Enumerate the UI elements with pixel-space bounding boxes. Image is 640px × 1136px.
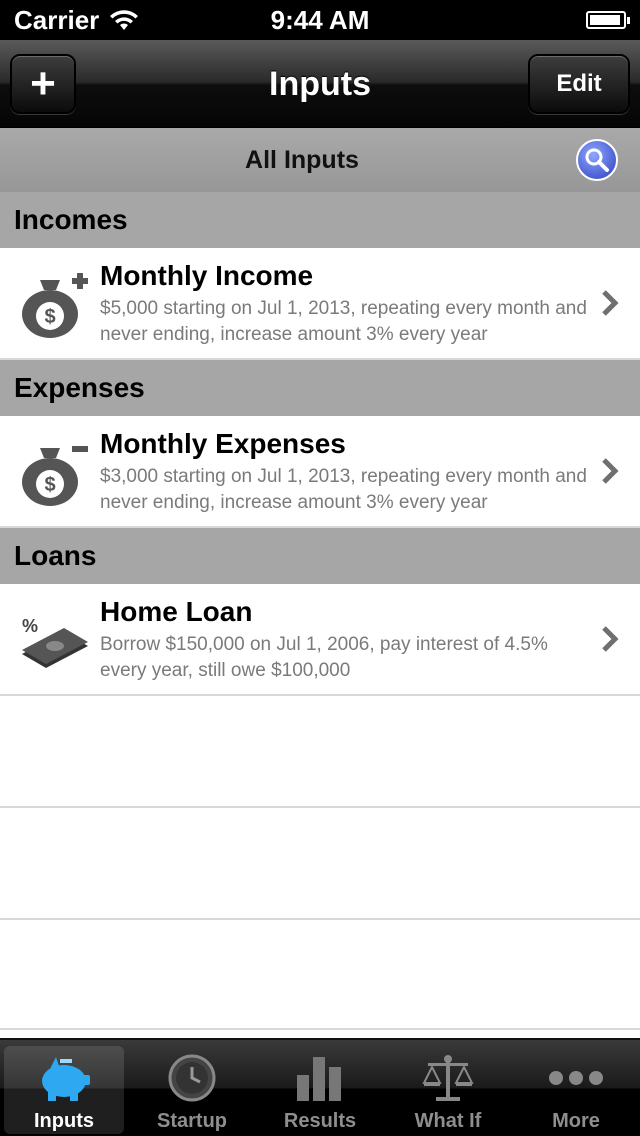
search-icon [585,148,609,172]
tab-label: More [552,1110,600,1132]
money-bag-minus-icon: $ [22,446,88,506]
list-item-monthly-expenses[interactable]: $ Monthly Expenses $3,000 starting on Ju… [0,416,640,528]
row-description: Borrow $150,000 on Jul 1, 2006, pay inte… [100,634,548,681]
battery-level [590,15,620,25]
battery-icon [586,11,630,29]
chevron-right-icon [602,290,619,316]
carrier-label: Carrier [14,4,100,35]
tab-label: Results [283,1110,357,1132]
empty-row [0,696,640,808]
clock-icon [162,1050,222,1106]
bar-chart-icon [290,1050,350,1106]
tab-inputs[interactable]: Inputs [0,1040,128,1136]
chevron-right-icon [602,458,619,484]
svg-text:$: $ [44,306,55,328]
tab-bar: Inputs Startup Results What If More [0,1038,640,1136]
navigation-bar: Inputs + Edit [0,40,640,128]
tab-label: Startup [157,1110,227,1132]
tab-results[interactable]: Results [256,1040,384,1136]
money-bag-plus-icon: $ [22,273,88,338]
svg-text:$: $ [44,474,55,496]
section-header-incomes: Incomes [0,192,640,248]
cash-percent-icon: % [22,616,88,668]
tab-what-if[interactable]: What If [384,1040,512,1136]
wifi-icon [110,10,139,30]
scales-icon [418,1050,478,1106]
section-header-expenses: Expenses [0,360,640,416]
status-bar: Carrier 9:44 AM [0,0,640,40]
filter-label: All Inputs [245,145,359,174]
status-left: Carrier [14,5,139,36]
tab-label: What If [414,1110,482,1132]
row-title: Monthly Income [100,260,314,291]
list-item-home-loan[interactable]: % Home Loan Borrow $150,000 on Jul 1, 20… [0,584,640,696]
add-button[interactable]: + [10,54,76,114]
empty-row [0,920,640,1030]
chevron-right-icon [602,626,619,652]
more-dots-icon [546,1050,606,1106]
tab-more[interactable]: More [512,1040,640,1136]
filter-bar[interactable]: All Inputs [0,128,640,192]
list-item-monthly-income[interactable]: $ Monthly Income $5,000 starting on Jul … [0,248,640,360]
row-title: Home Loan [100,596,253,627]
row-description: $5,000 starting on Jul 1, 2013, repeatin… [100,298,587,345]
section-header-loans: Loans [0,528,640,584]
tab-startup[interactable]: Startup [128,1040,256,1136]
piggy-bank-icon [34,1050,94,1106]
tab-label: Inputs [34,1110,94,1132]
edit-button[interactable]: Edit [528,54,630,114]
row-description: $3,000 starting on Jul 1, 2013, repeatin… [100,466,587,513]
row-title: Monthly Expenses [100,428,346,459]
svg-text:%: % [22,616,38,636]
empty-row [0,808,640,920]
search-button[interactable] [576,139,618,181]
